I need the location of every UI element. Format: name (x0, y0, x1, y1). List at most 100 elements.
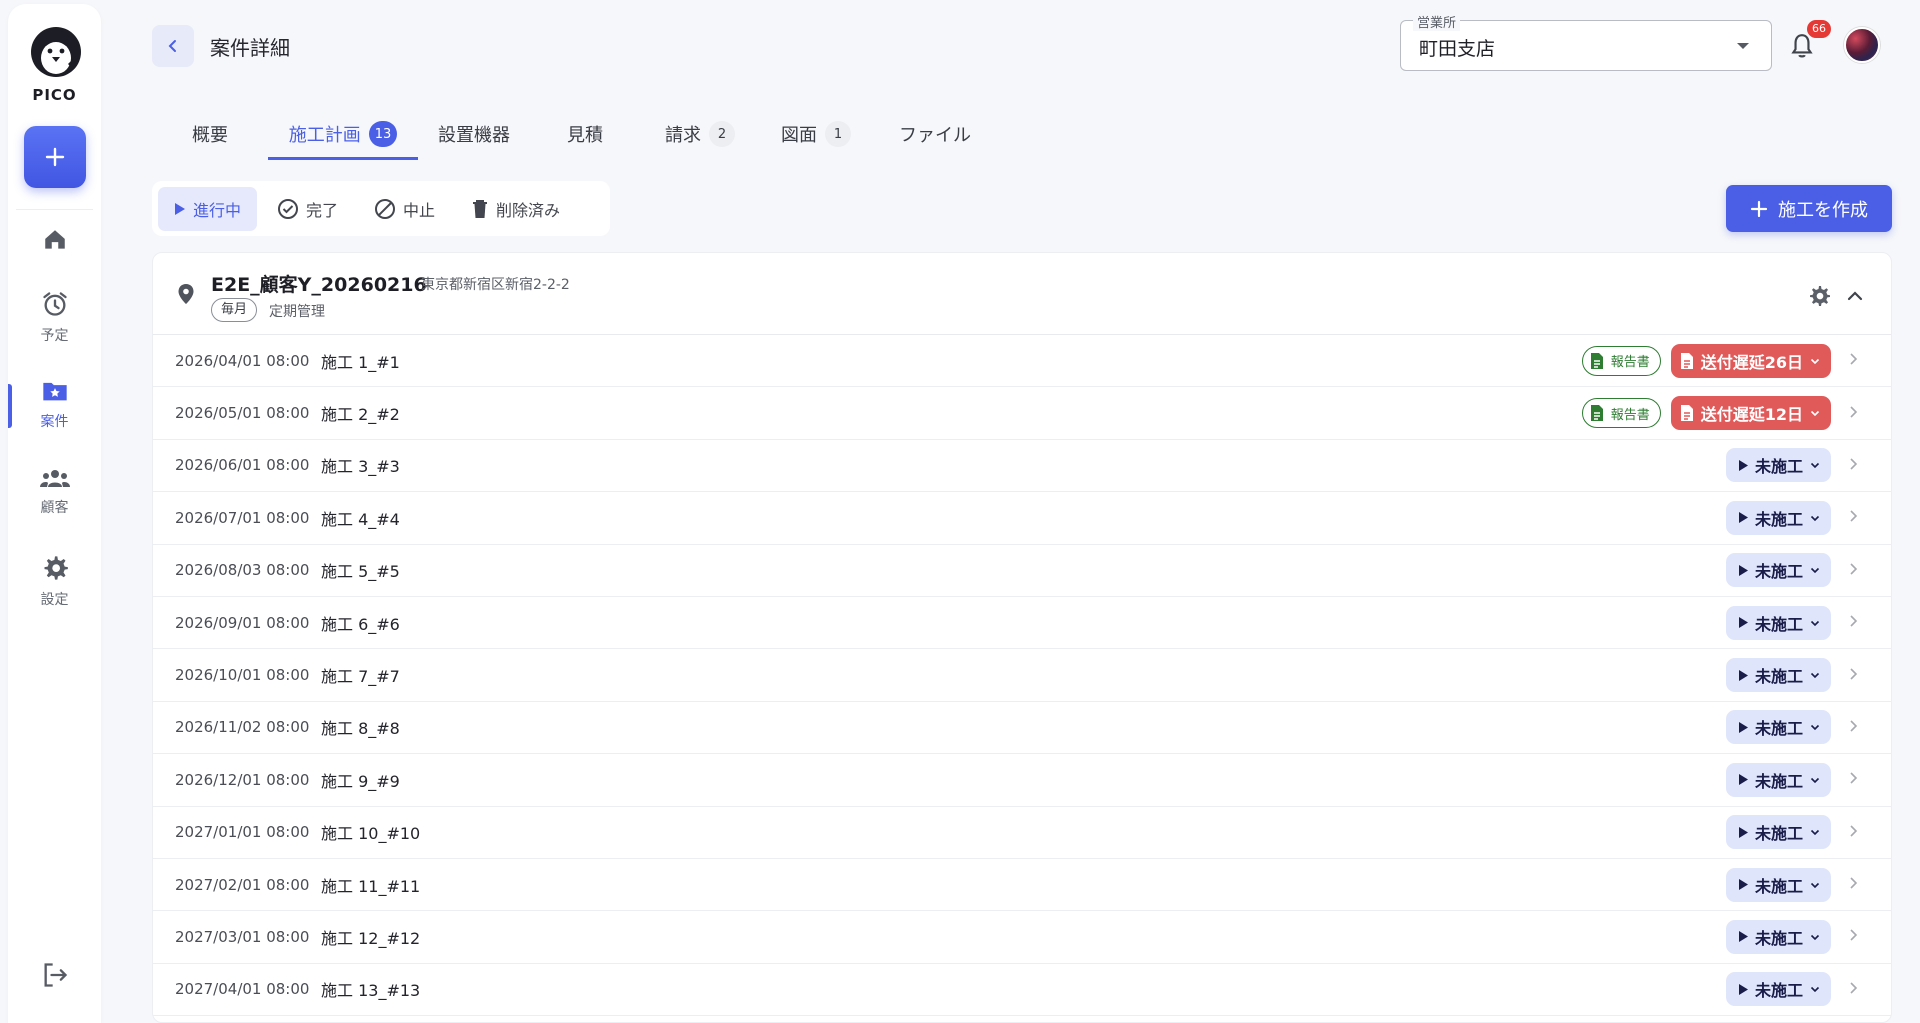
chevron-down-icon (1810, 515, 1820, 521)
construction-row[interactable]: 2027/01/01 08:00 施工 10_#10 未施工 (153, 807, 1891, 859)
chevron-right-icon[interactable] (1841, 613, 1865, 632)
construction-row[interactable]: 2026/12/01 08:00 施工 9_#9 未施工 (153, 754, 1891, 807)
back-button[interactable] (152, 25, 194, 67)
filter-label: 削除済み (496, 200, 561, 220)
construction-row[interactable]: 2026/09/01 08:00 施工 6_#6 未施工 (153, 597, 1891, 650)
construction-row[interactable]: 2027/02/01 08:00 施工 11_#11 未施工 (153, 859, 1891, 912)
tab-label: ファイル (899, 125, 971, 146)
play-icon (1738, 931, 1748, 943)
status-chip-not-started[interactable]: 未施工 (1725, 500, 1831, 535)
row-datetime: 2026/08/03 08:00 (175, 561, 310, 580)
status-chip-not-started[interactable]: 未施工 (1725, 553, 1831, 588)
sidebar-item-label: 予定 (40, 328, 69, 344)
status-label: 送付遅延26日 (1700, 352, 1803, 372)
construction-row[interactable]: 2026/08/03 08:00 施工 5_#5 未施工 (153, 545, 1891, 597)
status-chip-not-started[interactable]: 未施工 (1725, 710, 1831, 745)
filter-completed[interactable]: 完了 (261, 187, 354, 231)
gear-icon (44, 556, 68, 580)
construction-row[interactable]: 2027/03/01 08:00 施工 12_#12 未施工 (153, 911, 1891, 964)
gear-icon[interactable] (1807, 284, 1831, 308)
tab-files[interactable]: ファイル (872, 108, 998, 160)
sidebar-item-label: 設定 (40, 592, 69, 608)
construction-row[interactable]: 2026/07/01 08:00 施工 4_#4 未施工 (153, 492, 1891, 545)
site-card: E2E_顧客Y_20260216 東京都新宿区新宿2-2-2 毎月 定期管理 2… (152, 252, 1892, 1023)
tab-label: 見積 (567, 125, 603, 146)
report-chip[interactable]: 報告書 (1581, 345, 1661, 376)
status-chip-not-started[interactable]: 未施工 (1725, 972, 1831, 1007)
row-name: 施工 8_#8 (321, 719, 400, 739)
play-icon (1738, 459, 1748, 471)
sidebar-divider (16, 209, 93, 210)
sidebar-item-customers[interactable]: 顧客 (8, 468, 101, 517)
row-name: 施工 1_#1 (321, 352, 400, 372)
tab-drawings[interactable]: 図面 1 (760, 108, 872, 160)
chevron-right-icon[interactable] (1841, 404, 1865, 423)
tab-construction-plan[interactable]: 施工計画 13 (268, 108, 418, 160)
tab-equipment[interactable]: 設置機器 (418, 108, 530, 160)
status-chip-not-started[interactable]: 未施工 (1725, 867, 1831, 902)
row-name: 施工 3_#3 (321, 457, 400, 477)
construction-row[interactable]: 2027/04/01 08:00 施工 13_#13 未施工 (153, 964, 1891, 1017)
sidebar-item-projects[interactable]: 案件 (8, 378, 101, 431)
chevron-right-icon[interactable] (1841, 875, 1865, 894)
filter-cancelled[interactable]: 中止 (358, 187, 451, 231)
row-actions: 未施工 (1725, 605, 1865, 640)
status-chip-not-started[interactable]: 未施工 (1725, 605, 1831, 640)
chevron-right-icon[interactable] (1841, 718, 1865, 737)
construction-row[interactable]: 2026/04/01 08:00 施工 1_#1 報告書 送付遅延26日 (153, 335, 1891, 388)
tab-billing[interactable]: 請求 2 (640, 108, 760, 160)
play-icon (1738, 879, 1748, 891)
office-select-value: 町田支店 (1419, 38, 1496, 60)
chevron-right-icon[interactable] (1841, 561, 1865, 580)
status-chip-not-started[interactable]: 未施工 (1725, 762, 1831, 797)
status-chip-not-started[interactable]: 未施工 (1725, 815, 1831, 850)
sidebar-item-settings[interactable]: 設定 (8, 554, 101, 609)
status-chip-not-started[interactable]: 未施工 (1725, 658, 1831, 693)
status-chip-not-started[interactable]: 未施工 (1725, 448, 1831, 483)
add-button[interactable] (24, 126, 86, 188)
people-icon (39, 470, 70, 487)
construction-row[interactable]: 2026/06/01 08:00 施工 3_#3 未施工 (153, 440, 1891, 493)
chevron-right-icon[interactable] (1841, 456, 1865, 475)
logout-icon[interactable] (41, 961, 69, 989)
site-card-header[interactable]: E2E_顧客Y_20260216 東京都新宿区新宿2-2-2 毎月 定期管理 (153, 253, 1891, 335)
filter-label: 進行中 (193, 200, 242, 220)
tab-label: 施工計画 (288, 125, 361, 146)
tab-count-badge: 2 (709, 121, 735, 147)
avatar[interactable] (1844, 27, 1880, 63)
filter-in-progress[interactable]: 進行中 (158, 186, 258, 231)
construction-row[interactable]: 2026/10/01 08:00 施工 7_#7 未施工 (153, 649, 1891, 702)
chevron-down-icon (1810, 934, 1820, 941)
sidebar-item-home[interactable] (8, 227, 101, 253)
chevron-up-icon[interactable] (1845, 286, 1865, 306)
chevron-down-icon (1810, 725, 1820, 731)
tab-overview[interactable]: 概要 (168, 108, 252, 160)
status-chip-late[interactable]: 送付遅延26日 (1670, 343, 1831, 378)
filter-deleted[interactable]: 削除済み (455, 187, 576, 231)
page-title: 案件詳細 (210, 36, 290, 60)
chevron-right-icon[interactable] (1841, 927, 1865, 946)
chevron-right-icon[interactable] (1841, 980, 1865, 999)
chevron-right-icon[interactable] (1841, 770, 1865, 789)
sidebar-item-label: 顧客 (40, 500, 69, 516)
create-construction-button[interactable]: 施工を作成 (1726, 185, 1892, 232)
construction-row[interactable]: 2026/11/02 08:00 施工 8_#8 未施工 (153, 702, 1891, 755)
chevron-right-icon[interactable] (1841, 823, 1865, 842)
office-select[interactable]: 営業所 町田支店 (1400, 12, 1772, 71)
folder-star-icon (42, 382, 67, 401)
report-chip[interactable]: 報告書 (1581, 398, 1661, 429)
row-datetime: 2026/07/01 08:00 (175, 508, 310, 527)
status-chip-late[interactable]: 送付遅延12日 (1670, 396, 1831, 431)
row-actions: 報告書 送付遅延26日 (1581, 343, 1865, 378)
construction-row[interactable]: 2026/05/01 08:00 施工 2_#2 報告書 送付遅延12日 (153, 387, 1891, 440)
chevron-right-icon[interactable] (1841, 508, 1865, 527)
tab-count-badge: 13 (368, 121, 398, 147)
status-chip-not-started[interactable]: 未施工 (1725, 919, 1831, 954)
chevron-right-icon[interactable] (1841, 351, 1865, 370)
row-actions: 未施工 (1725, 867, 1865, 902)
tab-estimate[interactable]: 見積 (530, 108, 640, 160)
sidebar-item-schedule[interactable]: 予定 (8, 290, 101, 345)
chevron-right-icon[interactable] (1841, 666, 1865, 685)
play-icon (1738, 826, 1748, 838)
chevron-down-icon (1810, 358, 1820, 364)
